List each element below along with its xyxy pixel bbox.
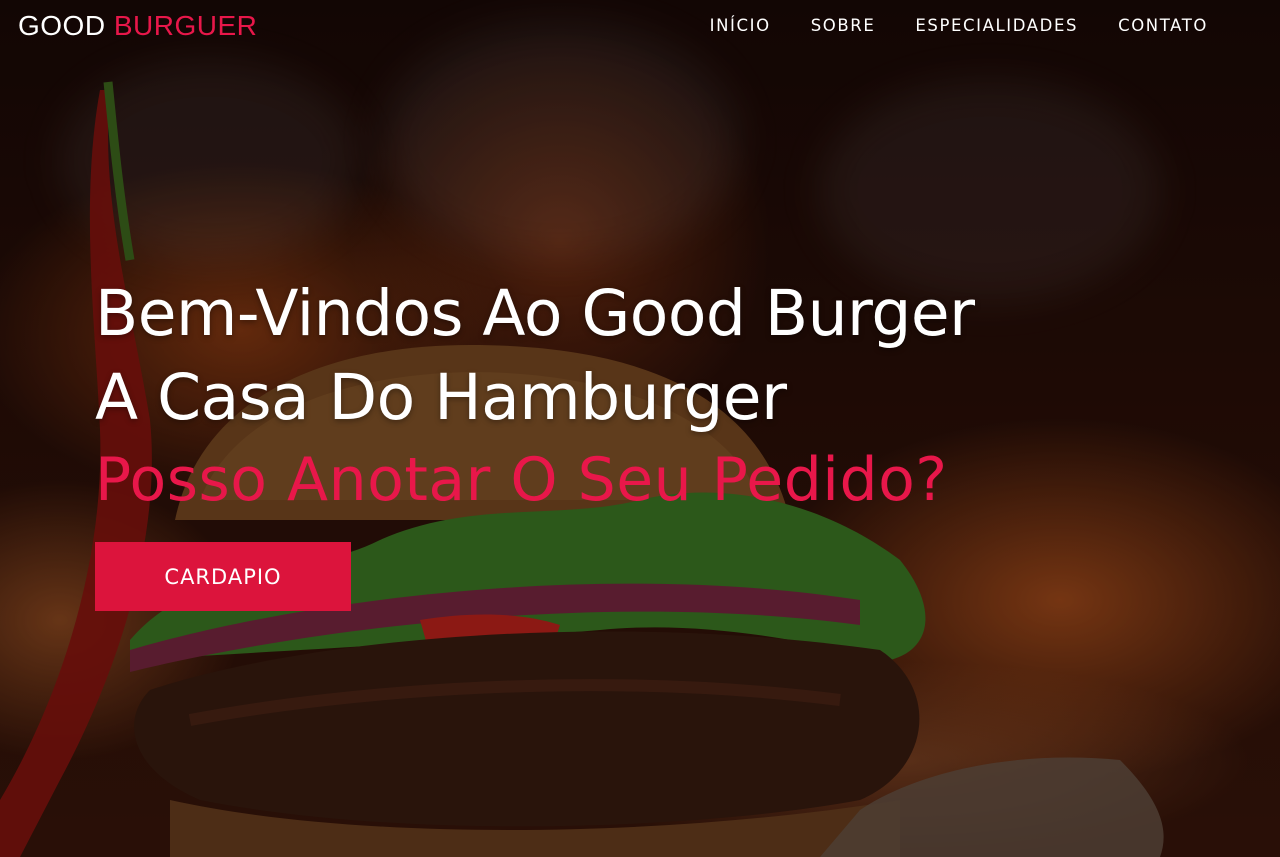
nav-item-sobre[interactable]: SOBRE: [811, 14, 876, 38]
logo-text-burguer: BURGUER: [113, 10, 258, 41]
site-logo[interactable]: GOOD BURGUER: [18, 8, 257, 44]
landing-page: GOOD BURGUER INÍCIO SOBRE ESPECIALIDADES…: [0, 0, 1280, 857]
hero-section: Bem-Vindos Ao Good Burger A Casa Do Hamb…: [95, 272, 975, 520]
logo-text-good: GOOD: [18, 10, 106, 41]
hero-subtitle: Posso Anotar O Seu Pedido?: [95, 445, 948, 515]
nav-item-inicio[interactable]: INÍCIO: [710, 14, 771, 38]
hero-heading-line-1: Bem-Vindos Ao Good Burger: [95, 277, 975, 350]
nav-item-contato[interactable]: CONTATO: [1118, 14, 1208, 38]
top-navbar: GOOD BURGUER INÍCIO SOBRE ESPECIALIDADES…: [0, 0, 1280, 56]
nav-item-especialidades[interactable]: ESPECIALIDADES: [915, 14, 1078, 38]
main-nav: INÍCIO SOBRE ESPECIALIDADES CONTATO: [670, 14, 1208, 38]
cardapio-button[interactable]: CARDAPIO: [95, 542, 351, 611]
hero-heading-line-2: A Casa Do Hamburger: [95, 361, 787, 434]
